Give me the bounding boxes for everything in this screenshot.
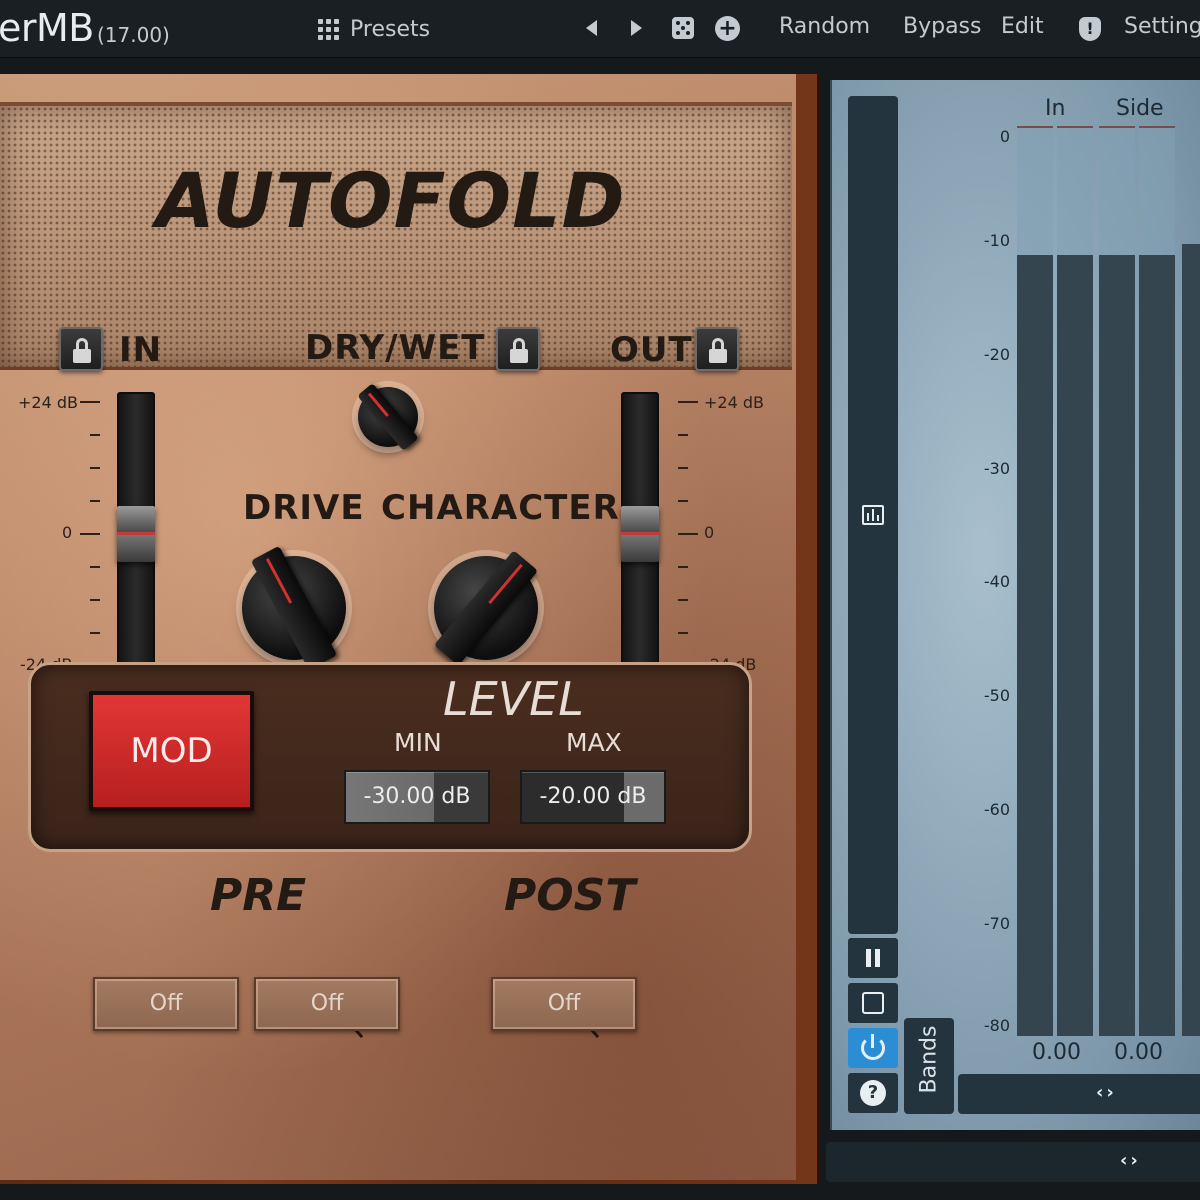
dry-wet-knob[interactable] <box>357 382 419 452</box>
in-meter-value: 0.00 <box>1032 1040 1081 1065</box>
post-label: POST <box>504 870 636 921</box>
pause-button[interactable] <box>848 938 898 978</box>
db-label: -70 <box>983 914 1010 933</box>
chevrons-icon: ‹› <box>1120 1150 1141 1171</box>
in-lock-button[interactable] <box>59 327 103 371</box>
pre-highcut-button[interactable]: Off <box>254 977 400 1031</box>
in-column-header: In <box>1045 96 1066 121</box>
extra-meter <box>1182 244 1200 1036</box>
out-lock-button[interactable] <box>695 327 739 371</box>
in-label: IN <box>119 330 163 370</box>
pre-lowcut-button[interactable]: Off <box>93 977 239 1031</box>
side-right-meter <box>1139 126 1175 1036</box>
out-scale-top: +24 dB <box>704 393 764 412</box>
edit-button[interactable]: Edit <box>1001 14 1044 39</box>
resize-button[interactable] <box>848 983 898 1023</box>
in-right-meter <box>1057 126 1093 1036</box>
presets-button[interactable]: Presets <box>318 14 430 44</box>
db-label: -20 <box>983 345 1010 364</box>
mod-button[interactable]: MOD <box>89 691 254 811</box>
grid-icon <box>318 18 339 40</box>
side-meter-value: 0.00 <box>1114 1040 1163 1065</box>
character-knob[interactable] <box>433 550 539 666</box>
out-label: OUT <box>610 330 693 370</box>
dry-wet-label: DRY/WET <box>305 328 486 368</box>
in-scale-top: +24 dB <box>18 393 78 412</box>
db-label: -30 <box>983 459 1010 478</box>
meter-fill <box>1017 255 1053 1036</box>
side-column-header: Side <box>1116 96 1164 121</box>
help-icon: ? <box>860 1080 886 1106</box>
bypass-button[interactable]: Bypass <box>903 14 981 39</box>
settings-button[interactable]: Setting <box>1124 14 1200 39</box>
app-title: erMB <box>0 6 94 50</box>
bands-button[interactable]: Bands <box>904 1018 954 1114</box>
side-left-meter <box>1099 126 1135 1036</box>
meter-fill <box>1057 255 1093 1036</box>
db-label: -80 <box>983 1016 1010 1035</box>
min-label: MIN <box>394 728 442 757</box>
db-label: -40 <box>983 572 1010 591</box>
in-scale-mid: 0 <box>62 523 73 542</box>
out-fader[interactable] <box>621 392 659 674</box>
dice-icon[interactable] <box>672 17 694 39</box>
in-fader[interactable] <box>117 392 155 674</box>
next-arrow-icon[interactable] <box>631 20 642 36</box>
meter-fill <box>1099 255 1135 1036</box>
random-button[interactable]: Random <box>779 14 870 39</box>
db-label: -60 <box>983 800 1010 819</box>
bands-label: Bands <box>916 1025 942 1094</box>
post-filter-button[interactable]: Off <box>491 977 637 1031</box>
db-label: -10 <box>983 231 1010 250</box>
level-title: LEVEL <box>443 672 584 726</box>
top-bar: erMB (17.00) Presets + Random Bypass Edi… <box>0 0 1200 58</box>
max-label: MAX <box>566 728 622 757</box>
out-fader-thumb[interactable] <box>621 506 659 562</box>
db-label: -50 <box>983 686 1010 705</box>
in-fader-thumb[interactable] <box>117 506 155 562</box>
shield-icon[interactable]: ! <box>1079 17 1101 41</box>
app-version: (17.00) <box>97 23 170 47</box>
db-label: 0 <box>999 127 1010 146</box>
plus-icon[interactable]: + <box>715 16 740 41</box>
pause-icon <box>866 949 880 967</box>
power-button[interactable] <box>848 1028 898 1068</box>
in-left-meter <box>1017 126 1053 1036</box>
dry-wet-lock-button[interactable] <box>496 327 540 371</box>
meter-icon[interactable] <box>862 505 884 525</box>
help-button[interactable]: ? <box>848 1073 898 1113</box>
prev-arrow-icon[interactable] <box>586 20 597 36</box>
min-value-field[interactable]: -30.00 dB <box>344 770 490 824</box>
character-label: CHARACTER <box>381 488 620 528</box>
max-value-field[interactable]: -20.00 dB <box>520 770 666 824</box>
meter-fill <box>1139 255 1175 1036</box>
brand-logo: AUTOFOLD <box>156 156 626 245</box>
presets-label: Presets <box>350 16 431 42</box>
resize-icon <box>862 992 884 1014</box>
analyzer-scroll-bar[interactable]: ‹› <box>958 1074 1200 1114</box>
bottom-scroll-bar[interactable]: ‹› <box>826 1142 1200 1182</box>
pre-label: PRE <box>210 870 307 921</box>
drive-label: DRIVE <box>243 488 365 528</box>
out-scale-mid: 0 <box>704 523 715 542</box>
drive-knob[interactable] <box>242 545 346 671</box>
chevrons-icon: ‹› <box>1096 1082 1117 1103</box>
